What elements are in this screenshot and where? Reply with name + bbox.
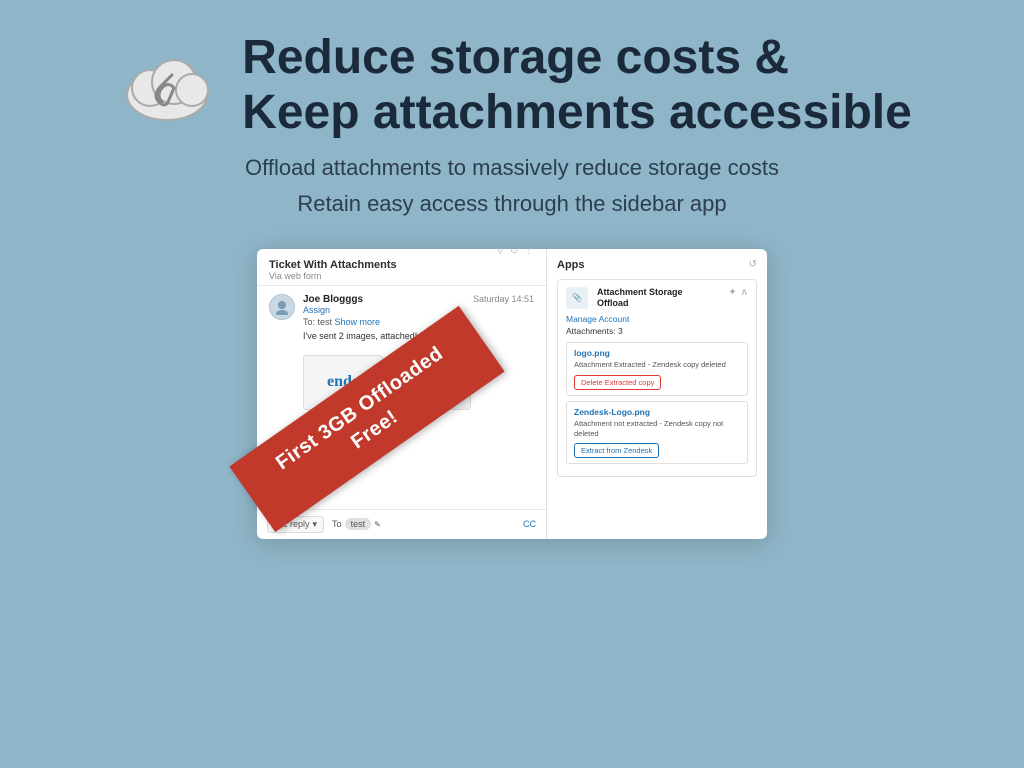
mock-ui-container: First 3GB Offloaded Free! Ticket With At…: [257, 249, 767, 539]
filter-icon[interactable]: ▽: [496, 249, 504, 256]
to-field: To test ✎: [332, 518, 381, 530]
app-icon: 📎: [566, 287, 588, 309]
to-test-tag[interactable]: test: [345, 518, 372, 530]
manage-account-link[interactable]: Manage Account: [566, 314, 748, 324]
file-entry-1: logo.png Attachment Extracted - Zendesk …: [566, 342, 748, 396]
more-icon[interactable]: ⋮: [524, 249, 534, 256]
file-status-2: Attachment not extracted - Zendesk copy …: [574, 419, 740, 439]
file-entry-2: Zendesk-Logo.png Attachment not extracte…: [566, 401, 748, 465]
apps-panel: Apps ↺ 📎 Attachment StorageOffload ✦ ∧: [547, 249, 767, 539]
collapse-icon[interactable]: ∧: [741, 287, 748, 298]
file-status-1: Attachment Extracted - Zendesk copy dele…: [574, 360, 740, 370]
edit-icon[interactable]: ✎: [374, 520, 381, 529]
refresh-icon[interactable]: ↺: [749, 259, 757, 270]
pin-icon[interactable]: ✦: [728, 287, 736, 298]
apps-header: Apps ↺: [557, 259, 757, 271]
ticket-sub: Via web form: [269, 271, 397, 281]
mock-ui-outer: First 3GB Offloaded Free! Ticket With At…: [257, 249, 767, 539]
assign-link[interactable]: Assign: [303, 305, 534, 315]
subtitle-block: Offload attachments to massively reduce …: [245, 150, 779, 220]
message-row: Joe Blogggs Saturday 14:51 Assign To: te…: [257, 286, 546, 349]
header-row: Reduce storage costs & Keep attachments …: [112, 30, 912, 140]
delete-extracted-button[interactable]: Delete Extracted copy: [574, 375, 661, 390]
to-line: To: test Show more: [303, 317, 534, 327]
ticket-header: Ticket With Attachments Via web form ▽ ⏱…: [257, 249, 546, 286]
attachments-count: Attachments: 3: [566, 326, 748, 336]
cloud-paperclip-icon: [112, 40, 222, 130]
name-row: Joe Blogggs Saturday 14:51: [303, 294, 534, 305]
file-name-1[interactable]: logo.png: [574, 348, 740, 358]
apps-title: Apps: [557, 259, 585, 271]
page-wrapper: Reduce storage costs & Keep attachments …: [0, 0, 1024, 768]
cc-link[interactable]: CC: [523, 519, 536, 529]
app-card: 📎 Attachment StorageOffload ✦ ∧ Manage A…: [557, 279, 757, 478]
subtitle-line1: Offload attachments to massively reduce …: [245, 150, 779, 185]
avatar: [269, 294, 295, 320]
ticket-title: Ticket With Attachments: [269, 259, 397, 271]
app-name: Attachment StorageOffload: [597, 287, 683, 310]
sender-name: Joe Blogggs: [303, 294, 363, 305]
dropdown-arrow-icon: ▾: [313, 519, 318, 530]
clock-icon[interactable]: ⏱: [510, 249, 518, 256]
extract-from-zendesk-button[interactable]: Extract from Zendesk: [574, 443, 659, 458]
file-name-2[interactable]: Zendesk-Logo.png: [574, 407, 740, 417]
app-title-row: 📎 Attachment StorageOffload ✦ ∧: [566, 287, 748, 310]
message-time: Saturday 14:51: [473, 294, 534, 304]
subtitle-line2: Retain easy access through the sidebar a…: [245, 186, 779, 221]
ticket-icons: ▽ ⏱ ⋮: [496, 249, 534, 256]
main-title: Reduce storage costs & Keep attachments …: [242, 30, 912, 140]
show-more-link[interactable]: Show more: [335, 317, 381, 327]
app-actions: ✦ ∧: [728, 287, 748, 298]
